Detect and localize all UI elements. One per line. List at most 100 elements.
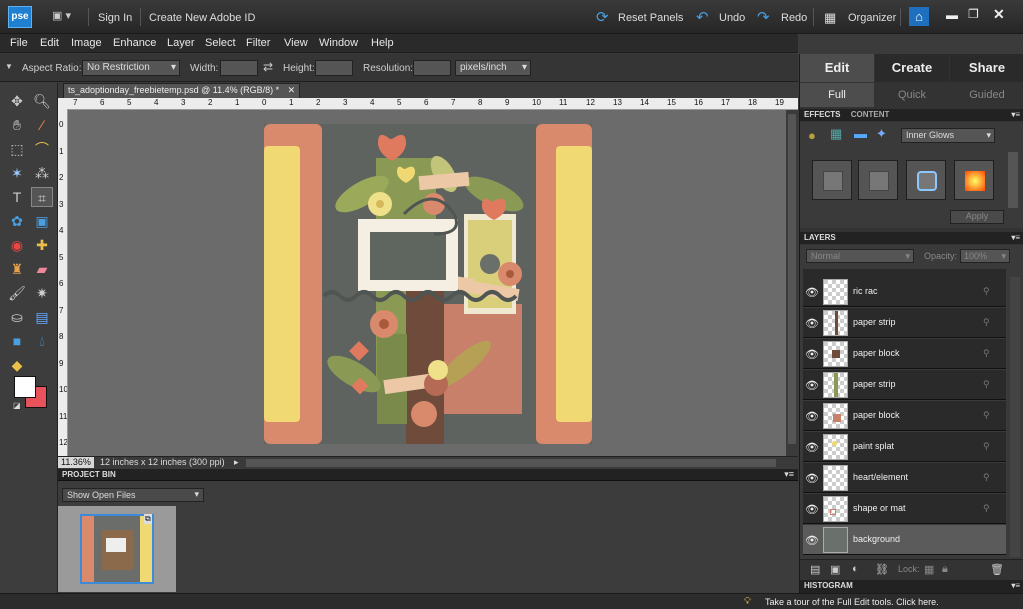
paint-bucket-tool-icon[interactable]: ⛀ (6, 307, 28, 327)
panel-menu-icon[interactable]: ▾≡ (1011, 581, 1020, 590)
visibility-eye-icon[interactable]: 👁︎ (805, 286, 819, 299)
marquee-tool-icon[interactable]: ⬚ (6, 139, 28, 159)
undo-button[interactable]: Undo (719, 12, 745, 24)
new-group-icon[interactable]: ▣ (830, 563, 840, 576)
redo-button[interactable]: Redo (781, 12, 807, 24)
tab-guided[interactable]: Guided (950, 83, 1023, 107)
menu-layer[interactable]: Layer (167, 37, 195, 49)
link-icon[interactable]: ⚲ (983, 410, 990, 421)
delete-layer-icon[interactable]: 🗑︎ (990, 563, 1004, 576)
type-tool-icon[interactable]: T (6, 187, 28, 207)
gradient-tool-icon[interactable]: ▤ (31, 307, 53, 327)
opacity-field[interactable]: 100% ▾ (960, 249, 1010, 263)
foreground-color-swatch-top[interactable] (14, 376, 36, 398)
blur-tool-icon[interactable]: 💧︎ (31, 331, 53, 351)
default-colors-icon[interactable]: ◪ (13, 401, 21, 410)
visibility-eye-icon[interactable]: 👁︎ (805, 472, 819, 485)
undo-icon[interactable]: ↶ (696, 8, 709, 26)
hand-tool-icon[interactable]: ✋︎ (6, 115, 28, 135)
visibility-eye-icon[interactable]: 👁︎ (805, 348, 819, 361)
menu-filter[interactable]: Filter (246, 37, 270, 49)
open-file-thumbnail[interactable] (80, 514, 154, 584)
lock-all-icon[interactable]: 🔒︎ (942, 563, 948, 576)
histogram-panel-header[interactable]: HISTOGRAM ▾≡ (800, 580, 1023, 593)
resolution-unit-select[interactable]: pixels/inch ▾ (455, 60, 531, 76)
visibility-eye-icon[interactable]: 👁︎ (805, 379, 819, 392)
tab-edit[interactable]: Edit (800, 54, 874, 82)
effect-thumb-1[interactable] (812, 160, 852, 200)
quick-selection-tool-icon[interactable]: ⁂ (31, 163, 53, 183)
reset-panels-button[interactable]: Reset Panels (618, 12, 683, 24)
smart-brush-tool-icon[interactable]: ✷ (31, 283, 53, 303)
tab-content[interactable]: CONTENT (851, 110, 890, 119)
horizontal-scrollbar[interactable] (246, 459, 776, 467)
blend-mode-select[interactable]: Normal ▾ (806, 249, 914, 263)
menu-image[interactable]: Image (71, 37, 102, 49)
scroll-thumb[interactable] (788, 114, 796, 444)
document-canvas[interactable] (264, 124, 592, 444)
show-open-files-select[interactable]: Show Open Files ▾ (62, 488, 204, 502)
document-tab[interactable]: ts_adoptionday_freebietemp.psd @ 11.4% (… (63, 83, 301, 98)
create-adobe-id-link[interactable]: Create New Adobe ID (149, 12, 255, 24)
healing-brush-tool-icon[interactable]: ✚ (31, 235, 53, 255)
home-icon[interactable]: ⌂ (909, 7, 929, 26)
zoom-level-field[interactable]: 11.36% (58, 457, 94, 468)
vertical-scrollbar[interactable] (786, 110, 798, 456)
layer-styles-icon[interactable]: ● (808, 128, 816, 143)
link-icon[interactable]: ⚲ (983, 472, 990, 483)
status-menu-arrow[interactable]: ▸ (234, 457, 239, 468)
link-icon[interactable]: ⚲ (983, 379, 990, 390)
show-all-icon[interactable]: ✦ (876, 126, 887, 142)
apply-button[interactable]: Apply (950, 210, 1004, 224)
link-icon[interactable]: ⚲ (983, 286, 990, 297)
layer-row[interactable]: 👁︎ paint splat ⚲ (803, 432, 1006, 462)
visibility-eye-icon[interactable]: 👁︎ (805, 503, 819, 516)
effects-scrollbar[interactable] (1008, 152, 1018, 208)
tab-effects[interactable]: EFFECTS (804, 110, 840, 119)
recompose-tool-icon[interactable]: ▣ (31, 211, 53, 231)
layers-scrollbar[interactable] (1010, 277, 1020, 557)
panel-menu-icon[interactable]: ▾≡ (1011, 233, 1020, 242)
brush-tool-icon[interactable]: 🖌︎ (6, 283, 28, 303)
tab-create[interactable]: Create (875, 54, 949, 82)
layer-row[interactable]: 👁︎ paper strip ⚲ (803, 370, 1006, 400)
visibility-eye-icon[interactable]: 👁︎ (805, 441, 819, 454)
effect-category-select[interactable]: Inner Glows ▾ (901, 128, 995, 143)
reset-panels-icon[interactable]: ⟳ (596, 8, 609, 26)
close-button[interactable]: ✕ (993, 6, 1005, 23)
clone-stamp-tool-icon[interactable]: ♜ (6, 259, 28, 279)
minimize-button[interactable]: ▬ (946, 8, 958, 22)
cookie-cutter-tool-icon[interactable]: ✿ (6, 211, 28, 231)
filters-icon[interactable]: ▬ (854, 126, 867, 141)
organizer-icon[interactable]: ▦ (824, 10, 836, 26)
move-tool-icon[interactable]: ✥ (6, 91, 28, 111)
shape-tool-icon[interactable]: ■ (6, 331, 28, 351)
layer-row[interactable]: 👁︎ heart/element ⚲ (803, 463, 1006, 493)
menu-edit[interactable]: Edit (40, 37, 59, 49)
swap-dimensions-icon[interactable]: ⇄ (263, 60, 273, 74)
panel-menu-icon[interactable]: ▾≡ (1011, 110, 1020, 119)
organizer-button[interactable]: Organizer (848, 12, 896, 24)
resolution-field[interactable] (413, 60, 451, 76)
layer-row[interactable]: 👁︎ ric rac ⚲ (803, 277, 1006, 307)
menu-window[interactable]: Window (319, 37, 358, 49)
eyedropper-tool-icon[interactable]: ⁄ (31, 115, 53, 135)
layer-row[interactable]: 👁︎ shape or mat ⚲ (803, 494, 1006, 524)
effect-thumb-3[interactable] (906, 160, 946, 200)
panel-menu-icon[interactable]: ▾≡ (784, 469, 794, 480)
tool-preset-dropdown[interactable]: ▼ (5, 62, 13, 71)
menu-view[interactable]: View (284, 37, 308, 49)
layer-row[interactable]: 👁︎ paper block ⚲ (803, 339, 1006, 369)
close-tab-icon[interactable]: ✕ (288, 85, 296, 95)
layer-row[interactable]: 👁︎ paper block ⚲ (803, 401, 1006, 431)
link-icon[interactable]: ⚲ (983, 348, 990, 359)
menu-help[interactable]: Help (371, 37, 394, 49)
link-icon[interactable]: ⚲ (983, 441, 990, 452)
layer-row[interactable]: 👁︎ paper strip ⚲ (803, 308, 1006, 338)
sign-in-link[interactable]: Sign In (98, 12, 132, 24)
canvas-area[interactable] (68, 110, 786, 456)
tour-link[interactable]: Take a tour of the Full Edit tools. Clic… (765, 597, 939, 607)
restore-button[interactable]: ❐ (968, 7, 979, 21)
new-layer-icon[interactable]: ▤ (810, 563, 820, 576)
effect-thumb-2[interactable] (858, 160, 898, 200)
